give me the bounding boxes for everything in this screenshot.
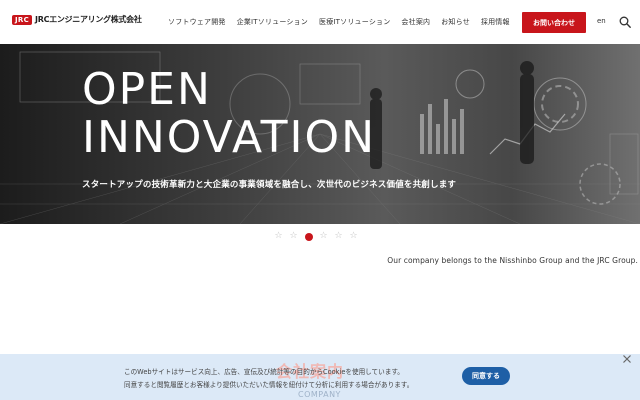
contact-button[interactable]: お問い合わせ xyxy=(522,12,586,33)
site-header: JRC JRCエンジニアリング株式会社 ソフトウェア開発 企業ITソリューション… xyxy=(0,0,640,44)
slider-dot-4[interactable]: ☆ xyxy=(319,232,328,241)
nav-item-company[interactable]: 会社案内 xyxy=(401,17,430,27)
hero-banner: OPEN INNOVATION スタートアップの技術革新力と大企業の事業領域を融… xyxy=(0,44,640,224)
nav-item-recruit[interactable]: 採用情報 xyxy=(481,17,510,27)
slider-dot-5[interactable]: ☆ xyxy=(334,232,343,241)
slider-dot-6[interactable]: ☆ xyxy=(349,232,358,241)
language-switch[interactable]: en xyxy=(597,17,606,25)
company-logo[interactable]: JRC JRCエンジニアリング株式会社 xyxy=(12,14,142,25)
slider-dot-1[interactable]: ☆ xyxy=(274,232,283,241)
nav-item-enterprise-it[interactable]: 企業ITソリューション xyxy=(237,17,308,27)
star-icon: ☆ xyxy=(319,231,328,241)
active-dot-icon xyxy=(304,232,313,241)
main-nav: ソフトウェア開発 企業ITソリューション 医療ITソリューション 会社案内 お知… xyxy=(168,17,521,27)
star-icon: ☆ xyxy=(274,231,283,241)
slider-dot-2[interactable]: ☆ xyxy=(289,232,298,241)
star-icon: ☆ xyxy=(334,231,343,241)
hero-subtitle: スタートアップの技術革新力と大企業の事業領域を融合し、次世代のビジネス価値を共創… xyxy=(82,180,457,190)
section-subtitle-behind: COMPANY xyxy=(298,390,341,399)
star-icon: ☆ xyxy=(349,231,358,241)
cookie-text-line2: 同意すると閲覧履歴とお客様より提供いただいた情報を紐付けて分析に利用する場合があ… xyxy=(124,381,414,389)
slider-dot-3-active[interactable] xyxy=(304,232,313,241)
cookie-consent-banner: 会社案内 COMPANY このWebサイトはサービス向上、広告、宣伝及び統計等の… xyxy=(0,354,640,400)
search-icon[interactable] xyxy=(619,16,631,28)
logo-mark: JRC xyxy=(12,14,33,25)
hero-title-line2: INNOVATION xyxy=(82,112,377,163)
nav-item-news[interactable]: お知らせ xyxy=(441,17,470,27)
hero-title-line1: OPEN xyxy=(82,64,212,115)
nav-item-medical-it[interactable]: 医療ITソリューション xyxy=(319,17,390,27)
logo-text: JRCエンジニアリング株式会社 xyxy=(35,15,142,24)
nav-item-software[interactable]: ソフトウェア開発 xyxy=(168,17,226,27)
star-icon: ☆ xyxy=(289,231,298,241)
group-affiliation-note: Our company belongs to the Nisshinbo Gro… xyxy=(387,256,638,265)
cookie-agree-button[interactable]: 同意する xyxy=(462,367,510,385)
close-icon[interactable] xyxy=(622,354,632,364)
cookie-text-line1: このWebサイトはサービス向上、広告、宣伝及び統計等の目的からCookieを使用… xyxy=(124,368,404,376)
slider-pagination: ☆ ☆ ☆ ☆ ☆ xyxy=(274,232,358,241)
